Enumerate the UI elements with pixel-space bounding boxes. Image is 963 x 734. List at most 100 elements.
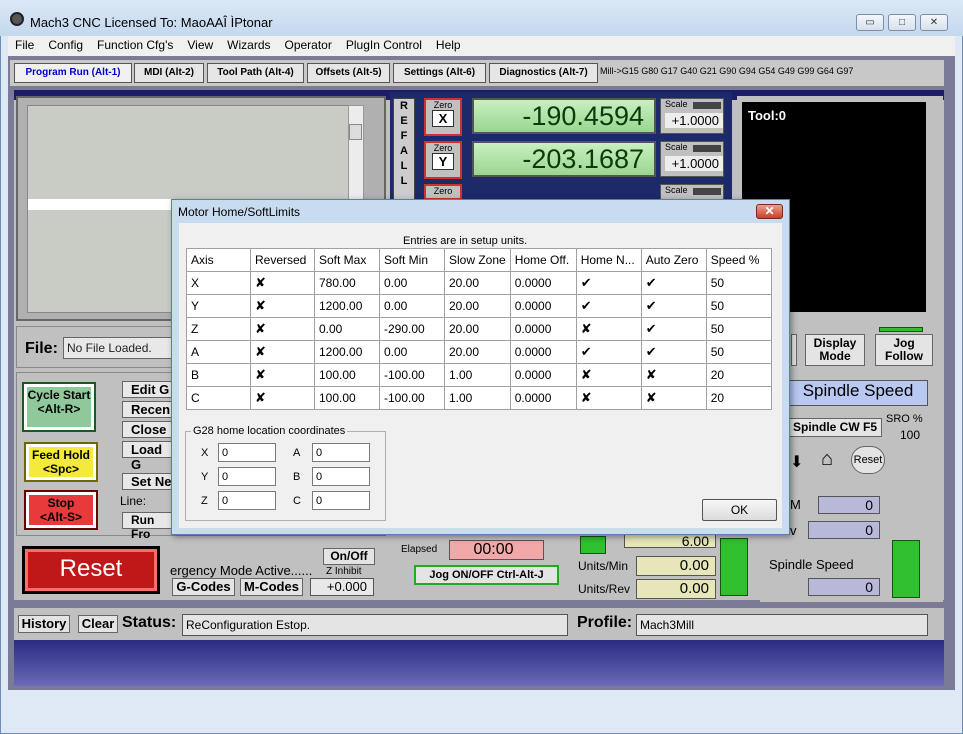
cell-home-off[interactable]: 0.0000 [509, 363, 577, 387]
tab-mdi[interactable]: MDI (Alt-2) [134, 63, 204, 83]
cell-slow-zone[interactable]: 20.00 [444, 340, 511, 364]
reversed-checkbox[interactable]: ✘ [250, 271, 315, 295]
tab-settings[interactable]: Settings (Alt-6) [393, 63, 486, 83]
menu-view[interactable]: View [180, 36, 220, 54]
g28-c-field[interactable] [312, 491, 370, 510]
menu-operator[interactable]: Operator [278, 36, 339, 54]
g28-y-field[interactable] [218, 467, 276, 486]
cell-home-off[interactable]: 0.0000 [509, 317, 577, 341]
g28-x-field[interactable] [218, 443, 276, 462]
auto-zero-checkbox[interactable]: ✔ [640, 294, 707, 318]
cell-speed[interactable]: 20 [705, 386, 772, 410]
mcodes-button[interactable]: M-Codes [240, 578, 303, 596]
cell-soft-min[interactable]: -100.00 [379, 386, 445, 410]
col-speed[interactable]: Speed % [705, 248, 772, 272]
cell-home-off[interactable]: 0.0000 [509, 271, 577, 295]
home-neg-checkbox[interactable]: ✔ [575, 271, 642, 295]
menu-help[interactable]: Help [429, 36, 468, 54]
edit-gcode-button[interactable]: Edit G [122, 381, 174, 398]
set-next-line-button[interactable]: Set Ne [122, 473, 174, 490]
auto-zero-checkbox[interactable]: ✘ [640, 363, 707, 387]
cell-soft-min[interactable]: 0.00 [379, 271, 445, 295]
menu-config[interactable]: Config [41, 36, 90, 54]
spindle-reset-button[interactable]: Reset [851, 446, 885, 474]
jog-onoff-button[interactable]: Jog ON/OFF Ctrl-Alt-J [414, 565, 559, 585]
reversed-checkbox[interactable]: ✘ [250, 317, 315, 341]
arrow-down-icon[interactable]: ⬇ [790, 452, 803, 472]
recent-file-button[interactable]: Recen [122, 401, 174, 418]
col-home-off[interactable]: Home Off. [509, 248, 577, 272]
auto-zero-checkbox[interactable]: ✘ [640, 386, 707, 410]
cell-soft-min[interactable]: -100.00 [379, 363, 445, 387]
cell-speed[interactable]: 50 [705, 271, 772, 295]
zero-x-button[interactable]: Zero X [424, 98, 462, 136]
gcode-scroll-thumb[interactable] [349, 124, 362, 140]
ref-all-button[interactable]: REFALL [393, 98, 415, 208]
menu-wizards[interactable]: Wizards [220, 36, 277, 54]
history-button[interactable]: History [18, 615, 70, 633]
auto-zero-checkbox[interactable]: ✔ [640, 271, 707, 295]
feed-hold-button[interactable]: Feed Hold <Spc> [24, 442, 98, 482]
cell-home-off[interactable]: 0.0000 [509, 340, 577, 364]
ok-button[interactable]: OK [702, 499, 777, 521]
load-gcode-button[interactable]: Load G [122, 441, 174, 472]
cell-speed[interactable]: 20 [705, 363, 772, 387]
cycle-start-button[interactable]: Cycle Start <Alt-R> [22, 382, 96, 432]
dialog-close-button[interactable]: ✕ [756, 204, 783, 219]
cell-slow-zone[interactable]: 20.00 [444, 294, 511, 318]
cell-soft-max[interactable]: 1200.00 [314, 294, 380, 318]
home-neg-checkbox[interactable]: ✔ [575, 340, 642, 364]
spindle-cw-button[interactable]: Spindle CW F5 [788, 418, 882, 437]
z-inhibit-value[interactable]: +0.000 [310, 578, 374, 596]
col-auto-zero[interactable]: Auto Zero [640, 248, 707, 272]
zero-z-button[interactable]: Zero [424, 184, 462, 200]
gcodes-button[interactable]: G-Codes [172, 578, 235, 596]
col-soft-max[interactable]: Soft Max [314, 248, 380, 272]
cell-home-off[interactable]: 0.0000 [509, 386, 577, 410]
cell-speed[interactable]: 50 [705, 340, 772, 364]
zero-y-button[interactable]: Zero Y [424, 141, 462, 179]
reversed-checkbox[interactable]: ✘ [250, 340, 315, 364]
cell-soft-max[interactable]: 0.00 [314, 317, 380, 341]
reversed-checkbox[interactable]: ✘ [250, 386, 315, 410]
cell-soft-max[interactable]: 1200.00 [314, 340, 380, 364]
dro-y[interactable]: -203.1687 [472, 141, 656, 177]
stop-button[interactable]: Stop <Alt-S> [24, 490, 98, 530]
spindle-speed-slider[interactable] [892, 540, 920, 598]
reset-button[interactable]: Reset [22, 546, 160, 594]
home-neg-checkbox[interactable]: ✘ [575, 386, 642, 410]
home-neg-checkbox[interactable]: ✘ [575, 317, 642, 341]
cell-slow-zone[interactable]: 20.00 [444, 271, 511, 295]
cell-soft-max[interactable]: 100.00 [314, 363, 380, 387]
cell-home-off[interactable]: 0.0000 [509, 294, 577, 318]
g28-b-field[interactable] [312, 467, 370, 486]
jog-follow-button[interactable]: Jog Follow [875, 334, 933, 366]
cell-soft-max[interactable]: 780.00 [314, 271, 380, 295]
tab-offsets[interactable]: Offsets (Alt-5) [307, 63, 390, 83]
cell-soft-max[interactable]: 100.00 [314, 386, 380, 410]
cell-soft-min[interactable]: 0.00 [379, 294, 445, 318]
auto-zero-checkbox[interactable]: ✔ [640, 317, 707, 341]
tab-tool-path[interactable]: Tool Path (Alt-4) [207, 63, 304, 83]
reversed-checkbox[interactable]: ✘ [250, 294, 315, 318]
home-neg-checkbox[interactable]: ✔ [575, 294, 642, 318]
edge-button[interactable] [791, 334, 797, 366]
cell-slow-zone[interactable]: 1.00 [444, 386, 511, 410]
auto-zero-checkbox[interactable]: ✔ [640, 340, 707, 364]
tab-diagnostics[interactable]: Diagnostics (Alt-7) [489, 63, 598, 83]
col-axis[interactable]: Axis [186, 248, 251, 272]
menu-function-cfgs[interactable]: Function Cfg's [90, 36, 180, 54]
clear-button[interactable]: Clear [78, 615, 118, 633]
col-home-neg[interactable]: Home N... [575, 248, 642, 272]
minimize-button[interactable]: ▭ [856, 14, 884, 31]
maximize-button[interactable]: □ [888, 14, 916, 31]
run-from-here-button[interactable]: Run Fro [122, 512, 174, 541]
menu-file[interactable]: File [8, 36, 41, 54]
menu-plugin-control[interactable]: PlugIn Control [339, 36, 429, 54]
home-neg-checkbox[interactable]: ✘ [575, 363, 642, 387]
cell-slow-zone[interactable]: 20.00 [444, 317, 511, 341]
display-mode-button[interactable]: Display Mode [805, 334, 865, 366]
col-slow-zone[interactable]: Slow Zone [444, 248, 511, 272]
g28-z-field[interactable] [218, 491, 276, 510]
tab-program-run[interactable]: Program Run (Alt-1) [14, 63, 132, 83]
